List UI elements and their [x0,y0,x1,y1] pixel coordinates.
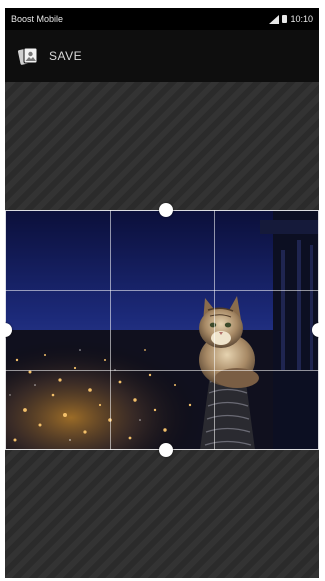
cat-city-photo [5,210,319,450]
status-bar: Boost Mobile 10:10 [5,8,319,30]
carrier-name: Boost Mobile [11,14,64,24]
signal-icon [269,14,280,24]
crop-area[interactable] [5,203,319,457]
crop-handle-top[interactable] [159,203,173,217]
grid-line-v2 [214,210,216,450]
battery-icon [282,15,288,23]
crop-handle-bottom[interactable] [159,443,173,457]
save-button[interactable]: SAVE [17,45,82,67]
crop-handle-right[interactable] [312,323,319,337]
grid-line-h1 [5,289,319,291]
status-icons: 10:10 [269,14,313,24]
status-time: 10:10 [290,14,313,24]
toolbar: SAVE [5,30,319,82]
photos-icon [17,47,38,65]
phone-screen: Boost Mobile 10:10 SAVE [5,8,319,578]
save-label: SAVE [49,49,83,63]
grid-line-h2 [5,369,319,371]
grid-line-v1 [109,210,111,450]
